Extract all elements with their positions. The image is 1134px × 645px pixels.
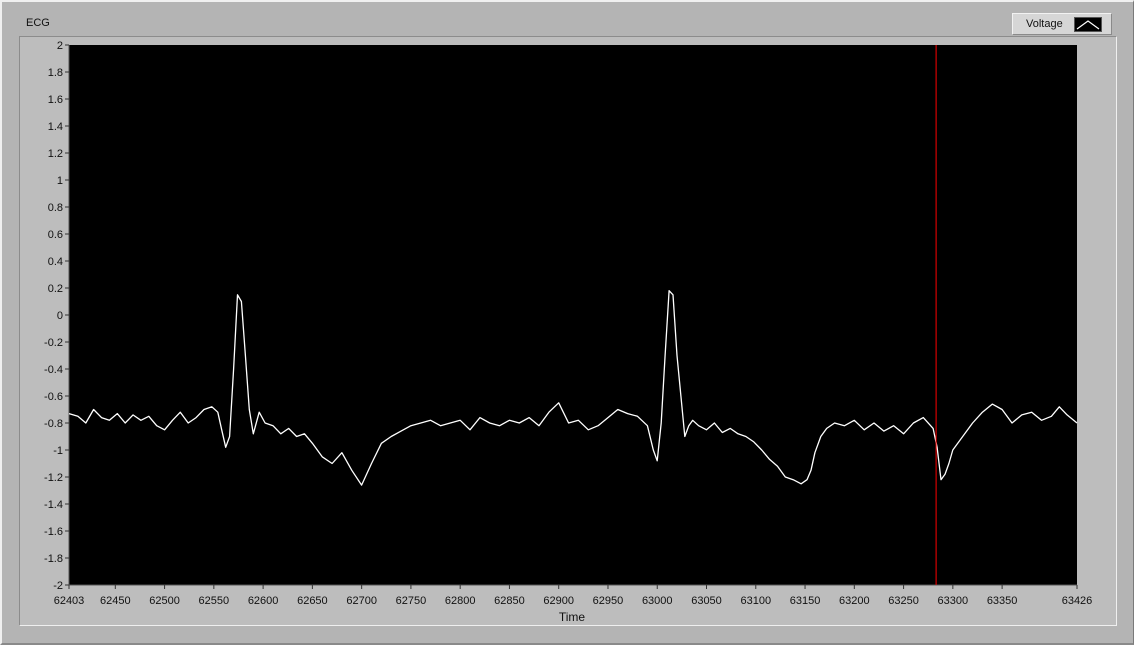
x-tick-label: 62700 bbox=[346, 595, 377, 607]
x-tick-label: 62800 bbox=[445, 595, 476, 607]
y-tick-label: 0 bbox=[57, 310, 63, 322]
x-tick-label: 62950 bbox=[593, 595, 624, 607]
x-tick-label: 62900 bbox=[543, 595, 574, 607]
x-tick-label: 63100 bbox=[740, 595, 771, 607]
chart-canvas: 2 1.8 1.6 1.4 1.2 1 0.8 0.6 0.4 0.2 0 -0.2 -0.4 -0.6 -… bbox=[44, 40, 1093, 624]
y-tick-label: -1.8 bbox=[44, 553, 63, 565]
x-tick-label: 63350 bbox=[987, 595, 1018, 607]
x-tick-label: 62450 bbox=[100, 595, 131, 607]
y-tick-label: -1 bbox=[53, 445, 63, 457]
x-tick-label: 62850 bbox=[494, 595, 525, 607]
y-tick-label: -0.2 bbox=[44, 337, 63, 349]
y-tick-label: 1.8 bbox=[48, 67, 63, 79]
x-tick-label: 63200 bbox=[839, 595, 870, 607]
x-tick-label: 62750 bbox=[396, 595, 427, 607]
y-tick-label: 2 bbox=[57, 40, 63, 52]
x-axis-title: Time bbox=[559, 610, 586, 624]
y-tick-label: 1.4 bbox=[48, 121, 63, 133]
x-tick-label: 62650 bbox=[297, 595, 328, 607]
y-tick-label: 0.6 bbox=[48, 229, 63, 241]
y-tick-label: -0.4 bbox=[44, 364, 63, 376]
x-axis-ticks: 62403 62450 62500 62550 62600 62650 62700 62750… bbox=[54, 585, 1093, 607]
y-tick-label: -0.6 bbox=[44, 391, 63, 403]
y-tick-label: 1.2 bbox=[48, 148, 63, 160]
x-tick-label: 62550 bbox=[199, 595, 230, 607]
x-tick-label: 62600 bbox=[248, 595, 279, 607]
x-tick-label: 63150 bbox=[790, 595, 821, 607]
x-tick-label: 63050 bbox=[691, 595, 722, 607]
y-tick-label: 0.8 bbox=[48, 202, 63, 214]
y-tick-label: -1.2 bbox=[44, 472, 63, 484]
y-axis-ticks: 2 1.8 1.6 1.4 1.2 1 0.8 0.6 0.4 0.2 0 -0.2 -0.4 -0.6 -… bbox=[44, 40, 69, 592]
x-tick-label: 63426 bbox=[1062, 595, 1093, 607]
x-tick-label: 63300 bbox=[938, 595, 969, 607]
x-tick-label: 63250 bbox=[888, 595, 919, 607]
y-tick-label: -2 bbox=[53, 580, 63, 592]
x-tick-label: 63000 bbox=[642, 595, 673, 607]
y-tick-label: -1.6 bbox=[44, 526, 63, 538]
y-tick-label: 1 bbox=[57, 175, 63, 187]
y-tick-label: 0.4 bbox=[48, 256, 63, 268]
y-tick-label: 0.2 bbox=[48, 283, 63, 295]
y-tick-label: -1.4 bbox=[44, 499, 63, 511]
y-tick-label: -0.8 bbox=[44, 418, 63, 430]
plot-area[interactable] bbox=[69, 45, 1077, 585]
x-tick-label: 62500 bbox=[149, 595, 180, 607]
x-tick-label: 62403 bbox=[54, 595, 85, 607]
y-tick-label: 1.6 bbox=[48, 94, 63, 106]
